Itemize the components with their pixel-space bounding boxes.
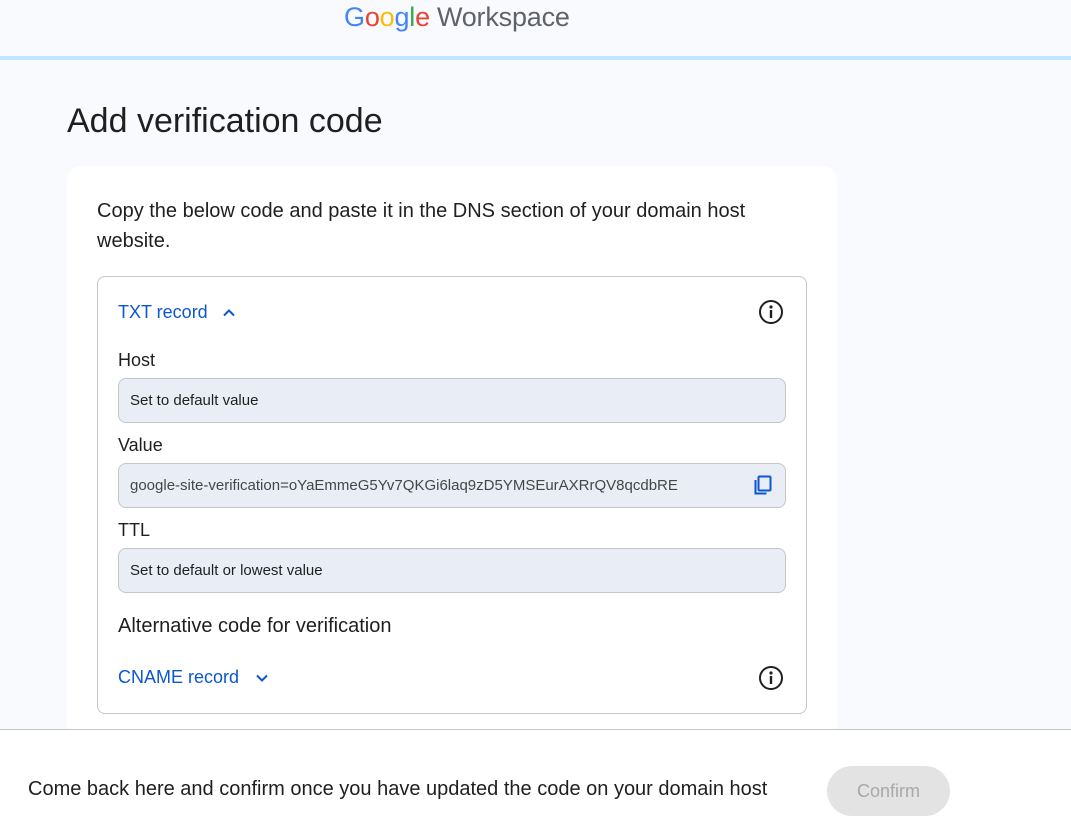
- txt-record-toggle[interactable]: TXT record: [118, 302, 236, 323]
- chevron-up-icon: [222, 308, 235, 316]
- progress-bar: [0, 56, 1071, 60]
- value-label: Value: [118, 435, 163, 455]
- alternative-heading: Alternative code for verification: [118, 615, 392, 637]
- google-workspace-logo: Google Workspace: [344, 2, 570, 38]
- txt-record-label: TXT record: [118, 302, 208, 322]
- ttl-value: Set to default or lowest value: [130, 562, 323, 579]
- ttl-field: Set to default or lowest value: [118, 548, 786, 593]
- chevron-down-icon: [256, 674, 268, 682]
- footer: Come back here and confirm once you have…: [0, 729, 1071, 835]
- ttl-label: TTL: [118, 520, 151, 540]
- page-title: Add verification code: [67, 102, 383, 140]
- value-field[interactable]: google-site-verification=oYaEmmeG5Yv7QKG…: [118, 463, 786, 508]
- info-icon[interactable]: [758, 299, 784, 325]
- confirm-button[interactable]: Confirm: [827, 766, 950, 816]
- info-icon[interactable]: [758, 665, 784, 691]
- host-label: Host: [118, 350, 156, 370]
- footer-text: Come back here and confirm once you have…: [28, 778, 768, 800]
- cname-record-toggle[interactable]: CNAME record: [118, 667, 269, 688]
- host-field: Set to default value: [118, 378, 786, 423]
- copy-icon[interactable]: [751, 473, 775, 497]
- host-value: Set to default value: [130, 392, 259, 409]
- cname-record-label: CNAME record: [118, 667, 240, 687]
- verification-code-value[interactable]: google-site-verification=oYaEmmeG5Yv7QKG…: [130, 477, 678, 494]
- logo-product: Workspace: [436, 2, 570, 32]
- logo-google: Google: [344, 2, 430, 32]
- instruction-text: Copy the below code and paste it in the …: [97, 200, 746, 252]
- header: Google Workspace: [0, 0, 1071, 57]
